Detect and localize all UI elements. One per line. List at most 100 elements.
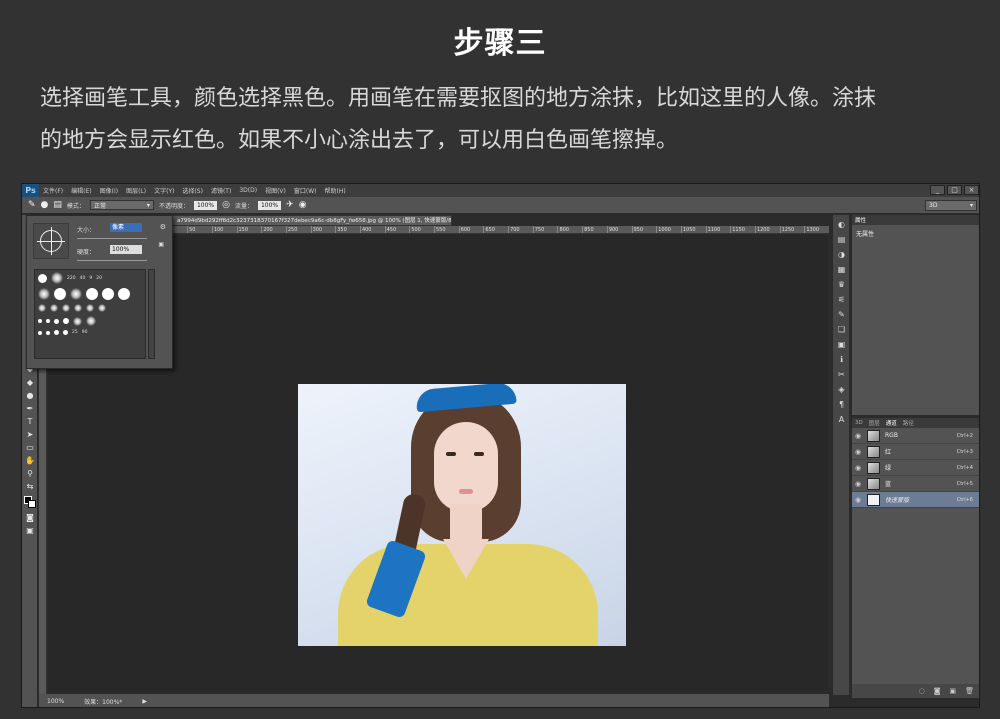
info-icon[interactable]: ℹ — [835, 354, 848, 365]
menu-type[interactable]: 文字(Y) — [150, 186, 178, 195]
brush-preset[interactable] — [63, 318, 69, 324]
blur-tool-icon[interactable]: ◆ — [23, 376, 37, 389]
styles-icon[interactable]: ♛ — [835, 279, 848, 290]
eye-icon[interactable]: ◉ — [855, 496, 865, 504]
actions-icon[interactable]: ▤ — [835, 234, 848, 245]
channel-row-green[interactable]: ◉ 绿 Ctrl+4 — [852, 460, 979, 476]
type-tool-icon[interactable]: T — [23, 415, 37, 428]
clone-source-icon[interactable]: ❏ — [835, 324, 848, 335]
pen-tool-icon[interactable]: ✒ — [23, 402, 37, 415]
color-icon[interactable]: ◑ — [835, 249, 848, 260]
menu-edit[interactable]: 编辑(E) — [67, 186, 95, 195]
mode-select[interactable]: 正常 ▾ — [89, 200, 154, 210]
brush-preset[interactable] — [74, 304, 82, 312]
menu-file[interactable]: 文件(F) — [39, 186, 67, 195]
gear-icon[interactable]: ⚙ — [160, 223, 166, 231]
brush-preset[interactable] — [118, 288, 130, 300]
brush-preset[interactable] — [63, 330, 68, 335]
menu-help[interactable]: 帮助(H) — [321, 186, 350, 195]
load-selection-icon[interactable]: ◌ — [919, 687, 925, 695]
brush-preset[interactable] — [86, 316, 96, 326]
path-select-icon[interactable]: ➤ — [23, 428, 37, 441]
menu-image[interactable]: 图像(I) — [96, 186, 122, 195]
brush-preset[interactable] — [38, 273, 47, 283]
brush-preset[interactable] — [54, 318, 59, 324]
size-field[interactable]: 像素 — [110, 223, 142, 232]
tools-icon[interactable]: ✂ — [835, 369, 848, 380]
brush-angle-preview[interactable] — [33, 223, 69, 259]
brush-preset[interactable] — [46, 330, 50, 335]
tab-3d[interactable]: 3D — [855, 420, 863, 426]
minimize-button[interactable]: _ — [930, 185, 945, 195]
brush-preset[interactable] — [46, 319, 50, 323]
eye-icon[interactable]: ◉ — [855, 480, 865, 488]
brush-tool-icon[interactable]: ✎ — [28, 200, 36, 210]
new-preset-icon[interactable]: ▣ — [158, 241, 164, 248]
menu-filter[interactable]: 滤镜(T) — [207, 186, 235, 195]
tab-channels[interactable]: 通道 — [886, 419, 897, 427]
hand-tool-icon[interactable]: ✋ — [23, 454, 37, 467]
menu-window[interactable]: 窗口(W) — [290, 186, 321, 195]
swap-colors-icon[interactable]: ⇆ — [23, 480, 37, 493]
eye-icon[interactable]: ◉ — [855, 448, 865, 456]
layers-icon[interactable]: ◈ — [835, 384, 848, 395]
brush-preset[interactable] — [54, 288, 66, 300]
brush-list-scrollbar[interactable] — [148, 269, 155, 359]
hardness-field[interactable]: 100% — [110, 245, 142, 254]
eye-icon[interactable]: ◉ — [855, 464, 865, 472]
channel-row-red[interactable]: ◉ 红 Ctrl+3 — [852, 444, 979, 460]
brush-preset[interactable] — [51, 272, 63, 284]
background-color[interactable] — [28, 500, 36, 508]
screen-mode-icon[interactable]: ▣ — [23, 524, 37, 537]
document-tab[interactable]: a7994d9bd292ff8d2c3237318370167f327debec… — [172, 215, 452, 226]
brush-preset[interactable] — [73, 316, 82, 326]
size-slider[interactable] — [77, 238, 147, 239]
brush-panel-toggle-icon[interactable]: ▤ — [53, 200, 62, 210]
hardness-slider[interactable] — [77, 260, 147, 261]
brush-preset[interactable] — [70, 288, 82, 300]
adjustments-icon[interactable]: ⚟ — [835, 294, 848, 305]
menu-view[interactable]: 视图(V) — [261, 186, 290, 195]
brush-icon[interactable]: ✎ — [835, 309, 848, 320]
flow-field[interactable]: 100% — [257, 200, 282, 210]
portrait-photo[interactable] — [298, 384, 626, 646]
channel-row-rgb[interactable]: ◉ RGB Ctrl+2 — [852, 428, 979, 444]
status-arrow-icon[interactable]: ▶ — [142, 698, 147, 705]
workspace-select[interactable]: 3D ▾ — [925, 200, 977, 211]
zoom-tool-icon[interactable]: ⚲ — [23, 467, 37, 480]
brush-preset-picker-icon[interactable]: ● — [41, 200, 49, 210]
history-icon[interactable]: ◐ — [835, 219, 848, 230]
save-selection-icon[interactable]: ◙ — [934, 687, 941, 695]
pressure-opacity-icon[interactable]: ◎ — [222, 200, 230, 210]
zoom-level[interactable]: 100% — [47, 698, 64, 705]
menu-layer[interactable]: 图层(L) — [122, 186, 150, 195]
channel-row-blue[interactable]: ◉ 蓝 Ctrl+5 — [852, 476, 979, 492]
trash-icon[interactable]: 🗑 — [965, 687, 974, 695]
brush-preset[interactable] — [50, 304, 58, 312]
menu-select[interactable]: 选择(S) — [178, 186, 207, 195]
color-swatches[interactable] — [23, 495, 37, 509]
pressure-size-icon[interactable]: ◉ — [299, 200, 307, 210]
rectangle-tool-icon[interactable]: ▭ — [23, 441, 37, 454]
quick-mask-icon[interactable]: ◙ — [23, 511, 37, 524]
brush-preset[interactable] — [38, 319, 42, 323]
swatches-icon[interactable]: ▦ — [835, 264, 848, 275]
close-button[interactable]: × — [964, 185, 979, 195]
brush-preset[interactable] — [62, 304, 70, 312]
brush-preset[interactable] — [38, 304, 46, 312]
navigator-icon[interactable]: ▣ — [835, 339, 848, 350]
brush-preset[interactable] — [54, 330, 59, 335]
brush-preset[interactable] — [38, 288, 50, 300]
new-channel-icon[interactable]: ▣ — [949, 687, 956, 695]
paragraph-icon[interactable]: ¶ — [835, 399, 848, 410]
maximize-button[interactable]: ▢ — [947, 185, 962, 195]
airbrush-icon[interactable]: ✈ — [286, 200, 294, 210]
brush-preset[interactable] — [38, 330, 42, 335]
brush-preset[interactable] — [86, 288, 98, 300]
tab-paths[interactable]: 路径 — [903, 419, 914, 427]
brush-preset[interactable] — [102, 288, 114, 300]
eye-icon[interactable]: ◉ — [855, 432, 865, 440]
tab-properties[interactable]: 属性 — [855, 216, 866, 224]
brush-preset[interactable] — [86, 304, 94, 312]
character-icon[interactable]: A — [835, 414, 848, 425]
